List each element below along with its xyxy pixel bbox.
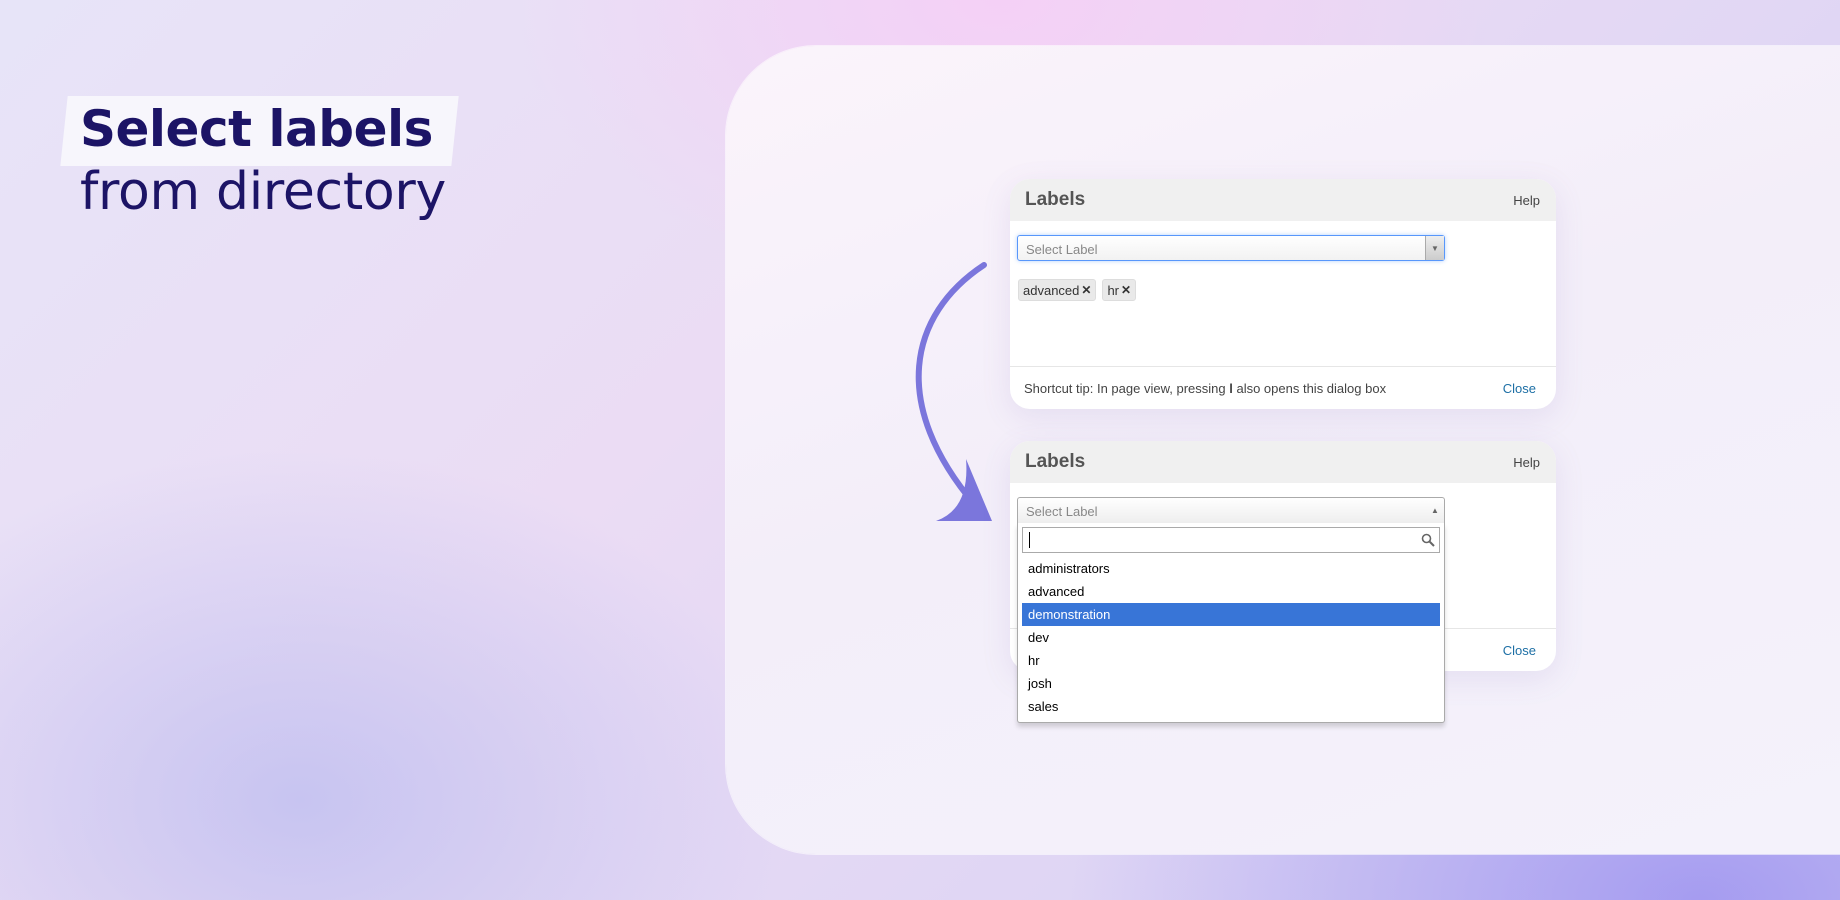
- close-button[interactable]: Close: [1503, 643, 1536, 658]
- options-list: administrators advanced demonstration de…: [1022, 557, 1440, 718]
- curved-arrow-icon: [915, 262, 992, 521]
- labels-dialog-bottom: Labels Help Select Label ▲ administrator…: [1010, 441, 1556, 723]
- dialog-header: Labels Help: [1010, 441, 1556, 483]
- headline: Select labels from directory: [80, 96, 455, 222]
- dialog-title: Labels: [1025, 451, 1086, 472]
- tag-hr: hr ✕: [1102, 279, 1137, 301]
- help-link[interactable]: Help: [1513, 193, 1540, 208]
- headline-line-1: Select labels: [64, 96, 455, 166]
- dialog-footer: Shortcut tip: In page view, pressing l a…: [1010, 366, 1556, 409]
- search-icon: [1421, 533, 1435, 547]
- shortcut-tip: Shortcut tip: In page view, pressing l a…: [1024, 380, 1387, 396]
- option-administrators[interactable]: administrators: [1022, 557, 1440, 580]
- tag-label: advanced: [1023, 282, 1080, 298]
- dialog-title: Labels: [1025, 189, 1086, 210]
- select-label-box[interactable]: Select Label ▼: [1017, 235, 1445, 261]
- tag-label: hr: [1107, 282, 1120, 298]
- remove-tag-icon[interactable]: ✕: [1121, 283, 1131, 297]
- option-josh[interactable]: josh: [1022, 672, 1440, 695]
- chevron-down-icon[interactable]: ▼: [1425, 236, 1444, 260]
- option-dev[interactable]: dev: [1022, 626, 1440, 649]
- headline-line-2: from directory: [80, 162, 446, 222]
- close-button[interactable]: Close: [1503, 381, 1536, 396]
- option-demonstration[interactable]: demonstration: [1022, 603, 1440, 626]
- help-link[interactable]: Help: [1513, 455, 1540, 470]
- tag-advanced: advanced ✕: [1018, 279, 1097, 301]
- select-placeholder: Select Label: [1026, 242, 1098, 257]
- dialog-header: Labels Help: [1010, 179, 1556, 221]
- search-input[interactable]: [1022, 527, 1440, 553]
- chevron-up-icon[interactable]: ▲: [1426, 498, 1444, 523]
- option-hr[interactable]: hr: [1022, 649, 1440, 672]
- text-caret: [1029, 532, 1030, 548]
- remove-tag-icon[interactable]: ✕: [1081, 283, 1091, 297]
- option-advanced[interactable]: advanced: [1022, 580, 1440, 603]
- labels-dialog-top: Labels Help Select Label ▼ advanced ✕ hr…: [1010, 179, 1556, 409]
- option-sales[interactable]: sales: [1022, 695, 1440, 718]
- select-label-box[interactable]: Select Label ▲: [1017, 497, 1445, 523]
- label-dropdown: administrators advanced demonstration de…: [1017, 523, 1445, 723]
- selected-tags: advanced ✕ hr ✕: [1018, 279, 1137, 301]
- select-placeholder: Select Label: [1026, 504, 1098, 519]
